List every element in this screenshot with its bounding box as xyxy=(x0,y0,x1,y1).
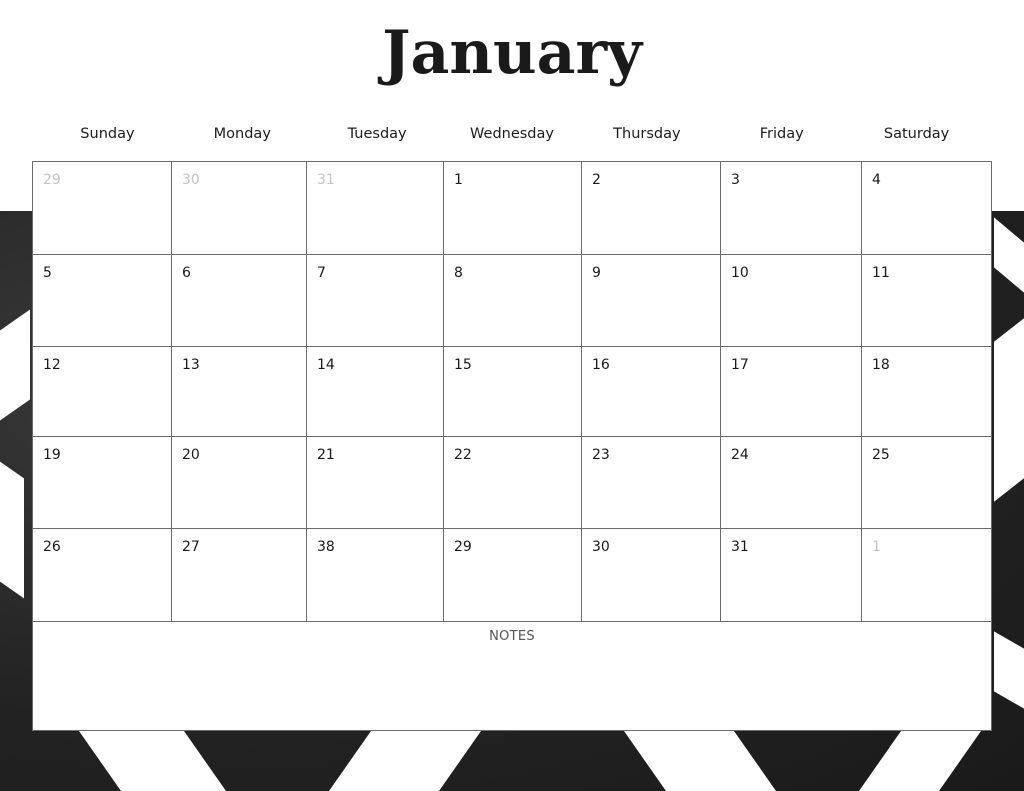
day-cell[interactable]: 31 xyxy=(721,529,862,621)
day-cell[interactable]: 31 xyxy=(307,162,444,254)
day-number: 7 xyxy=(317,265,326,281)
day-number: 24 xyxy=(731,447,749,463)
day-cell[interactable]: 13 xyxy=(172,347,307,436)
brush-stroke xyxy=(994,318,1024,502)
day-number: 9 xyxy=(592,265,601,281)
day-number: 3 xyxy=(731,172,740,188)
notes-label: NOTES xyxy=(489,629,535,644)
day-cell[interactable]: 16 xyxy=(582,347,721,436)
day-number: 5 xyxy=(43,265,52,281)
day-cell[interactable]: 29 xyxy=(33,162,172,254)
weekday-tuesday: Tuesday xyxy=(347,126,407,142)
day-cell[interactable]: 24 xyxy=(721,437,862,528)
day-cell[interactable]: 15 xyxy=(444,347,582,436)
day-cell[interactable]: 6 xyxy=(172,255,307,346)
day-number: 2 xyxy=(592,172,601,188)
day-number: 20 xyxy=(182,447,200,463)
day-number-adjacent-month: 31 xyxy=(317,172,335,188)
notes-area[interactable]: NOTES xyxy=(33,622,991,730)
day-number: 4 xyxy=(872,172,881,188)
day-cell[interactable]: 26 xyxy=(33,529,172,621)
brush-stroke xyxy=(0,461,24,599)
day-number: 10 xyxy=(731,265,749,281)
day-cell[interactable]: 2 xyxy=(582,162,721,254)
day-cell[interactable]: 29 xyxy=(444,529,582,621)
day-cell[interactable]: 19 xyxy=(33,437,172,528)
week-row: 19 20 21 22 23 24 25 xyxy=(33,437,991,529)
day-cell[interactable]: 18 xyxy=(862,347,991,436)
day-number: 16 xyxy=(592,357,610,373)
day-number-adjacent-month: 30 xyxy=(182,172,200,188)
day-number: 17 xyxy=(731,357,749,373)
day-cell[interactable]: 10 xyxy=(721,255,862,346)
calendar-grid: 29 30 31 1 2 3 4 5 6 7 8 9 10 11 12 13 14 15 16 17 18 19 20… xyxy=(32,161,992,731)
day-number: 26 xyxy=(43,539,61,555)
weekday-saturday: Saturday xyxy=(883,126,950,142)
day-cell[interactable]: 14 xyxy=(307,347,444,436)
day-number: 31 xyxy=(731,539,749,555)
day-number: 6 xyxy=(182,265,191,281)
day-number: 21 xyxy=(317,447,335,463)
day-number: 13 xyxy=(182,357,200,373)
week-row: 12 13 14 15 16 17 18 xyxy=(33,347,991,437)
day-cell[interactable]: 9 xyxy=(582,255,721,346)
weekday-friday: Friday xyxy=(759,126,804,142)
day-cell[interactable]: 23 xyxy=(582,437,721,528)
day-number: 12 xyxy=(43,357,61,373)
weekday-thursday: Thursday xyxy=(613,126,681,142)
day-cell[interactable]: 7 xyxy=(307,255,444,346)
day-number: 15 xyxy=(454,357,472,373)
week-row: 5 6 7 8 9 10 11 xyxy=(33,255,991,347)
day-cell[interactable]: 12 xyxy=(33,347,172,436)
week-row: 29 30 31 1 2 3 4 xyxy=(33,162,991,255)
day-number: 25 xyxy=(872,447,890,463)
day-cell[interactable]: 25 xyxy=(862,437,991,528)
day-cell[interactable]: 38 xyxy=(307,529,444,621)
day-number-adjacent-month: 1 xyxy=(872,539,881,555)
day-number: 38 xyxy=(317,539,335,555)
day-cell[interactable]: 17 xyxy=(721,347,862,436)
day-cell[interactable]: 21 xyxy=(307,437,444,528)
weekday-sunday: Sunday xyxy=(80,126,135,142)
day-cell[interactable]: 11 xyxy=(862,255,991,346)
day-cell[interactable]: 1 xyxy=(444,162,582,254)
weekday-header: Sunday Monday Tuesday Wednesday Thursday… xyxy=(40,126,984,142)
day-cell[interactable]: 8 xyxy=(444,255,582,346)
month-title: January xyxy=(382,18,642,88)
weekday-wednesday: Wednesday xyxy=(470,126,554,142)
day-number: 29 xyxy=(454,539,472,555)
day-number: 30 xyxy=(592,539,610,555)
weekday-monday: Monday xyxy=(213,126,271,142)
day-cell[interactable]: 5 xyxy=(33,255,172,346)
day-cell[interactable]: 22 xyxy=(444,437,582,528)
day-number: 22 xyxy=(454,447,472,463)
day-number: 18 xyxy=(872,357,890,373)
day-number: 1 xyxy=(454,172,463,188)
day-number: 19 xyxy=(43,447,61,463)
day-number: 14 xyxy=(317,357,335,373)
week-row: 26 27 38 29 30 31 1 xyxy=(33,529,991,622)
day-cell[interactable]: 1 xyxy=(862,529,991,621)
day-number: 11 xyxy=(872,265,890,281)
day-cell[interactable]: 27 xyxy=(172,529,307,621)
day-number: 8 xyxy=(454,265,463,281)
day-cell[interactable]: 20 xyxy=(172,437,307,528)
day-number: 27 xyxy=(182,539,200,555)
day-number-adjacent-month: 29 xyxy=(43,172,61,188)
day-cell[interactable]: 30 xyxy=(172,162,307,254)
day-number: 23 xyxy=(592,447,610,463)
day-cell[interactable]: 4 xyxy=(862,162,991,254)
day-cell[interactable]: 30 xyxy=(582,529,721,621)
day-cell[interactable]: 3 xyxy=(721,162,862,254)
